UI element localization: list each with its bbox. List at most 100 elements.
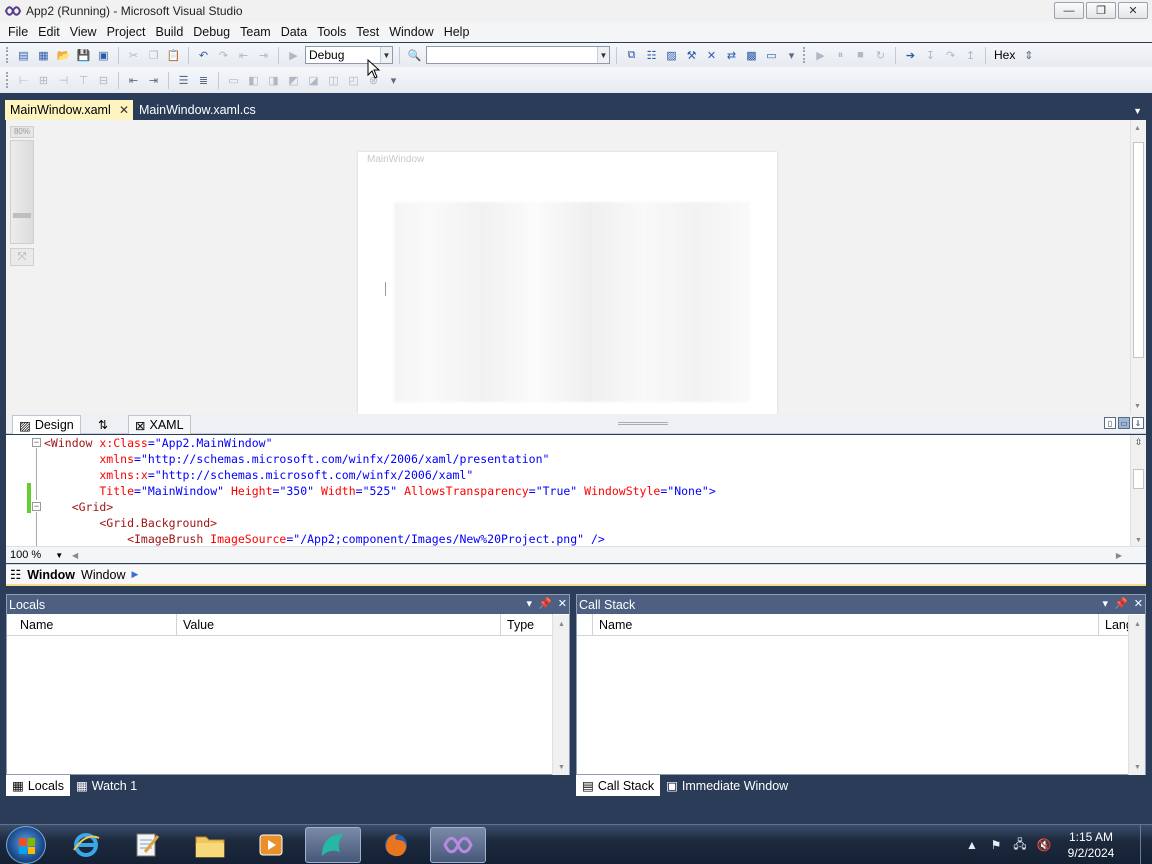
tab-mainwindow-xaml-cs[interactable]: MainWindow.xaml.cs bbox=[134, 100, 261, 120]
open-file-icon[interactable]: 📂 bbox=[55, 47, 72, 63]
window-position-icon[interactable]: ▾ bbox=[1103, 597, 1109, 610]
zoom-slider[interactable] bbox=[10, 140, 34, 244]
column-type[interactable]: Type bbox=[501, 614, 553, 636]
find-in-files-icon[interactable]: 🔍 bbox=[406, 47, 423, 63]
tools-icon[interactable]: ✕ bbox=[703, 47, 720, 63]
tab-xaml[interactable]: ⊠ XAML bbox=[128, 415, 191, 434]
column-language[interactable]: Lang bbox=[1099, 614, 1133, 636]
scroll-up-icon[interactable]: ▲ bbox=[558, 621, 565, 628]
align-centers-icon[interactable]: ⊞ bbox=[35, 72, 52, 88]
undo-icon[interactable]: ↶ bbox=[195, 47, 212, 63]
close-tab-icon[interactable]: ✕ bbox=[119, 103, 129, 117]
command-window-icon[interactable]: ▭ bbox=[763, 47, 780, 63]
save-all-icon[interactable]: ▣ bbox=[95, 47, 112, 63]
increase-indent-icon[interactable]: ⇥ bbox=[145, 72, 162, 88]
align-tops-icon[interactable]: ⊤ bbox=[75, 72, 92, 88]
previous-bookmark-in-folder-icon[interactable]: ◩ bbox=[285, 72, 302, 88]
code-text[interactable]: <Window x:Class="App2.MainWindow" xmlns=… bbox=[44, 435, 716, 546]
tab-call-stack[interactable]: ▤ Call Stack bbox=[576, 775, 661, 796]
code-line[interactable]: <Grid> bbox=[44, 499, 716, 515]
menu-debug[interactable]: Debug bbox=[189, 25, 236, 39]
xaml-editor[interactable]: − − <Window x:Class="App2.MainWindow" xm… bbox=[6, 435, 1146, 546]
clock[interactable]: 1:15 AM 9/2/2024 bbox=[1056, 829, 1126, 861]
vertical-split-icon[interactable]: ▯ bbox=[1104, 417, 1116, 429]
scroll-down-icon[interactable]: ▼ bbox=[1134, 764, 1141, 771]
properties-icon[interactable]: ☷ bbox=[643, 47, 660, 63]
code-line[interactable]: <Window x:Class="App2.MainWindow" bbox=[44, 435, 716, 451]
menu-test[interactable]: Test bbox=[352, 25, 385, 39]
active-files-dropdown-icon[interactable]: ▼ bbox=[1133, 106, 1142, 116]
tab-immediate-window[interactable]: ▣ Immediate Window bbox=[660, 775, 794, 796]
close-button[interactable]: ✕ bbox=[1118, 2, 1148, 19]
menu-data[interactable]: Data bbox=[277, 25, 313, 39]
design-surface[interactable]: 80% ⤧ MainWindow ▲ ▼ bbox=[6, 120, 1146, 414]
scroll-down-icon[interactable]: ▼ bbox=[1134, 403, 1141, 410]
network-icon[interactable]: 🖧 bbox=[1008, 835, 1032, 856]
step-over-icon[interactable]: ↷ bbox=[942, 47, 959, 63]
close-icon[interactable]: ✕ bbox=[558, 597, 567, 610]
extension-manager-icon[interactable]: ⇄ bbox=[723, 47, 740, 63]
collapse-region-icon[interactable]: − bbox=[32, 438, 41, 447]
code-line[interactable]: <ImageBrush ImageSource="/App2;component… bbox=[44, 531, 716, 546]
show-hidden-icons-icon[interactable]: ▲ bbox=[960, 838, 984, 852]
redo-icon[interactable]: ↷ bbox=[215, 47, 232, 63]
column-value[interactable]: Value bbox=[177, 614, 501, 636]
previous-bookmark-icon[interactable]: ◧ bbox=[245, 72, 262, 88]
uncomment-icon[interactable]: ≣ bbox=[195, 72, 212, 88]
paste-icon[interactable]: 📋 bbox=[165, 47, 182, 63]
cut-icon[interactable]: ✂ bbox=[125, 47, 142, 63]
collapse-region-icon[interactable]: − bbox=[32, 502, 41, 511]
copy-icon[interactable]: ❐ bbox=[145, 47, 162, 63]
menu-view[interactable]: View bbox=[66, 25, 103, 39]
call-stack-scrollbar[interactable]: ▲ ▼ bbox=[1128, 615, 1145, 775]
scroll-up-icon[interactable]: ▲ bbox=[1134, 621, 1141, 628]
code-line[interactable]: xmlns:x="http://schemas.microsoft.com/wi… bbox=[44, 467, 716, 483]
menu-window[interactable]: Window bbox=[385, 25, 439, 39]
menu-edit[interactable]: Edit bbox=[34, 25, 66, 39]
align-lefts-icon[interactable]: ⊢ bbox=[15, 72, 32, 88]
toolbar-overflow-icon[interactable]: ⇕ bbox=[1020, 47, 1037, 63]
next-bookmark-in-document-icon[interactable]: ◰ bbox=[345, 72, 362, 88]
start-debugging-icon[interactable]: ▶ bbox=[285, 47, 302, 63]
align-middles-icon[interactable]: ⊟ bbox=[95, 72, 112, 88]
tab-mainwindow-xaml[interactable]: MainWindow.xaml ✕ bbox=[5, 100, 133, 120]
add-item-icon[interactable]: ▦ bbox=[35, 47, 52, 63]
action-center-flag-icon[interactable]: ⚑ bbox=[984, 838, 1008, 852]
show-desktop-button[interactable] bbox=[1140, 825, 1152, 864]
navigate-forward-icon[interactable]: ⇥ bbox=[255, 47, 272, 63]
fit-to-window-icon[interactable]: ⤧ bbox=[10, 248, 34, 266]
split-editor-icon[interactable]: ⇳ bbox=[1133, 437, 1144, 449]
editor-zoom-combo[interactable]: 100 % ▼ bbox=[6, 548, 68, 563]
toolbar-overflow-icon[interactable]: ▾ bbox=[385, 72, 402, 88]
menu-team[interactable]: Team bbox=[236, 25, 277, 39]
class-view-icon[interactable]: ▩ bbox=[743, 47, 760, 63]
step-out-icon[interactable]: ↥ bbox=[962, 47, 979, 63]
show-next-statement-icon[interactable]: ➔ bbox=[902, 47, 919, 63]
editor-vertical-scrollbar[interactable]: ⇳ ▼ bbox=[1130, 435, 1146, 546]
scrollbar-thumb[interactable] bbox=[1133, 142, 1144, 358]
comment-out-icon[interactable]: ☰ bbox=[175, 72, 192, 88]
breadcrumb-arrow-icon[interactable]: ▶ bbox=[131, 569, 138, 580]
next-bookmark-icon[interactable]: ◨ bbox=[265, 72, 282, 88]
code-line[interactable]: <Grid.Background> bbox=[44, 515, 716, 531]
window-position-icon[interactable]: ▾ bbox=[527, 597, 533, 610]
internet-explorer-icon[interactable] bbox=[58, 827, 114, 863]
menu-tools[interactable]: Tools bbox=[313, 25, 352, 39]
volume-muted-icon[interactable]: 🔇 bbox=[1032, 838, 1056, 852]
continue-icon[interactable]: ▶ bbox=[812, 47, 829, 63]
firefox-icon[interactable] bbox=[368, 827, 424, 863]
next-bookmark-in-folder-icon[interactable]: ◪ bbox=[305, 72, 322, 88]
scrollbar-thumb[interactable] bbox=[1133, 469, 1144, 489]
toolbar-grip[interactable] bbox=[803, 47, 806, 63]
menu-build[interactable]: Build bbox=[151, 25, 189, 39]
minimize-button[interactable]: — bbox=[1054, 2, 1084, 19]
tab-design[interactable]: ▨ Design bbox=[12, 415, 81, 434]
menu-file[interactable]: File bbox=[4, 25, 34, 39]
file-explorer-icon[interactable] bbox=[182, 827, 238, 863]
scroll-left-icon[interactable]: ◀ bbox=[72, 551, 78, 560]
notepad-icon[interactable] bbox=[119, 827, 175, 863]
media-player-icon[interactable] bbox=[243, 827, 299, 863]
maximize-button[interactable]: ❐ bbox=[1086, 2, 1116, 19]
toolbar-overflow-icon[interactable]: ▾ bbox=[783, 47, 800, 63]
collapse-pane-icon[interactable]: ⇓ bbox=[1132, 417, 1144, 429]
